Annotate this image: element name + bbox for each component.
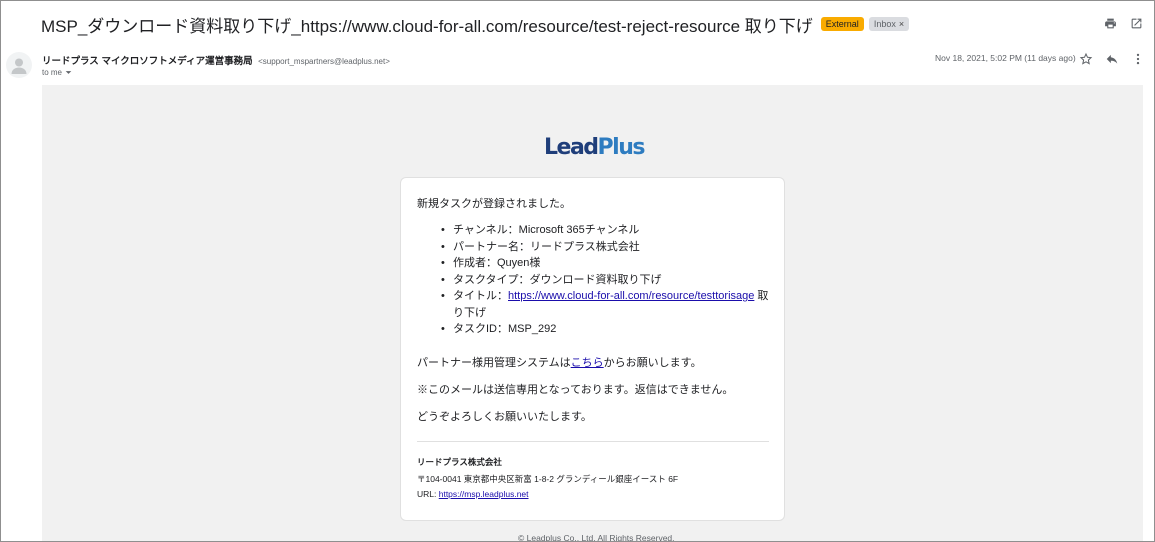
footer-address: 〒104-0041 東京都中央区新富 1-8-2 グランディール銀座イースト 6… (417, 474, 679, 484)
list-item: パートナー名：リードプラス株式会社 (441, 239, 771, 256)
inbox-label[interactable]: Inbox × (868, 17, 910, 31)
remove-label-button[interactable]: × (899, 19, 904, 29)
person-icon (11, 58, 27, 74)
list-item: 作成者：Quyen様 (441, 255, 771, 272)
reply-icon[interactable] (1104, 51, 1120, 67)
chevron-down-icon (65, 71, 72, 74)
top-toolbar (1102, 15, 1144, 31)
sender-name[interactable]: リードプラス マイクロソフトメディア運営事務局 (42, 56, 253, 67)
list-item: タスクID：MSP_292 (441, 321, 771, 338)
divider (417, 441, 769, 442)
message-actions (1078, 51, 1146, 67)
footer-url-label: URL: (417, 489, 439, 499)
footer-url-link[interactable]: https://msp.leadplus.net (439, 489, 529, 499)
subject-row: MSP_ダウンロード資料取り下げ_https://www.cloud-for-a… (41, 13, 910, 36)
recipient-details-toggle[interactable]: to me (42, 68, 72, 77)
recipient-label: to me (42, 68, 63, 77)
print-icon[interactable] (1102, 15, 1118, 31)
admin-system-link[interactable]: こちら (571, 357, 604, 369)
email-card: 新規タスクが登録されました。 チャンネル：Microsoft 365チャンネル … (400, 177, 785, 521)
title-prefix: タイトル： (453, 290, 508, 302)
sender-avatar (6, 52, 32, 78)
intro-text: 新規タスクが登録されました。 (417, 198, 571, 210)
email-view: MSP_ダウンロード資料取り下げ_https://www.cloud-for-a… (0, 0, 1155, 542)
more-vert-icon[interactable] (1130, 51, 1146, 67)
external-label: External (820, 17, 864, 31)
task-details-list: チャンネル：Microsoft 365チャンネル パートナー名：リードプラス株式… (441, 222, 771, 338)
email-subject: MSP_ダウンロード資料取り下げ_https://www.cloud-for-a… (41, 16, 813, 36)
copyright-text: © Leadplus Co., Ltd. All Rights Reserved… (518, 533, 675, 542)
footer-url-line: URL: https://msp.leadplus.net (417, 489, 529, 499)
open-in-new-window-icon[interactable] (1128, 15, 1144, 31)
list-item-title: タイトル：https://www.cloud-for-all.com/resou… (441, 288, 771, 321)
footer-company: リードプラス株式会社 (417, 457, 502, 467)
system-text-before: パートナー様用管理システムは (417, 357, 571, 369)
sender-email: <support_mspartners@leadplus.net> (258, 57, 390, 66)
logo-plus-text: Plus (597, 135, 646, 160)
inbox-label-text: Inbox (873, 19, 896, 29)
leadplus-logo: LeadPlus (544, 135, 646, 165)
list-item: タスクタイプ：ダウンロード資料取り下げ (441, 272, 771, 289)
star-icon[interactable] (1078, 51, 1094, 67)
no-reply-note: ※このメールは送信専用となっております。返信はできません。 (417, 384, 734, 396)
list-item: チャンネル：Microsoft 365チャンネル (441, 222, 771, 239)
logo-lead-text: Lead (544, 135, 599, 160)
resource-link[interactable]: https://www.cloud-for-all.com/resource/t… (508, 290, 754, 302)
system-text-after: からお願いします。 (603, 357, 702, 369)
system-line: パートナー様用管理システムはこちらからお願いします。 (417, 354, 702, 370)
sender-line: リードプラス マイクロソフトメディア運営事務局 <support_mspartn… (42, 53, 390, 67)
email-date: Nov 18, 2021, 5:02 PM (11 days ago) (935, 53, 1076, 63)
closing-text: どうぞよろしくお願いいたします。 (417, 411, 592, 423)
